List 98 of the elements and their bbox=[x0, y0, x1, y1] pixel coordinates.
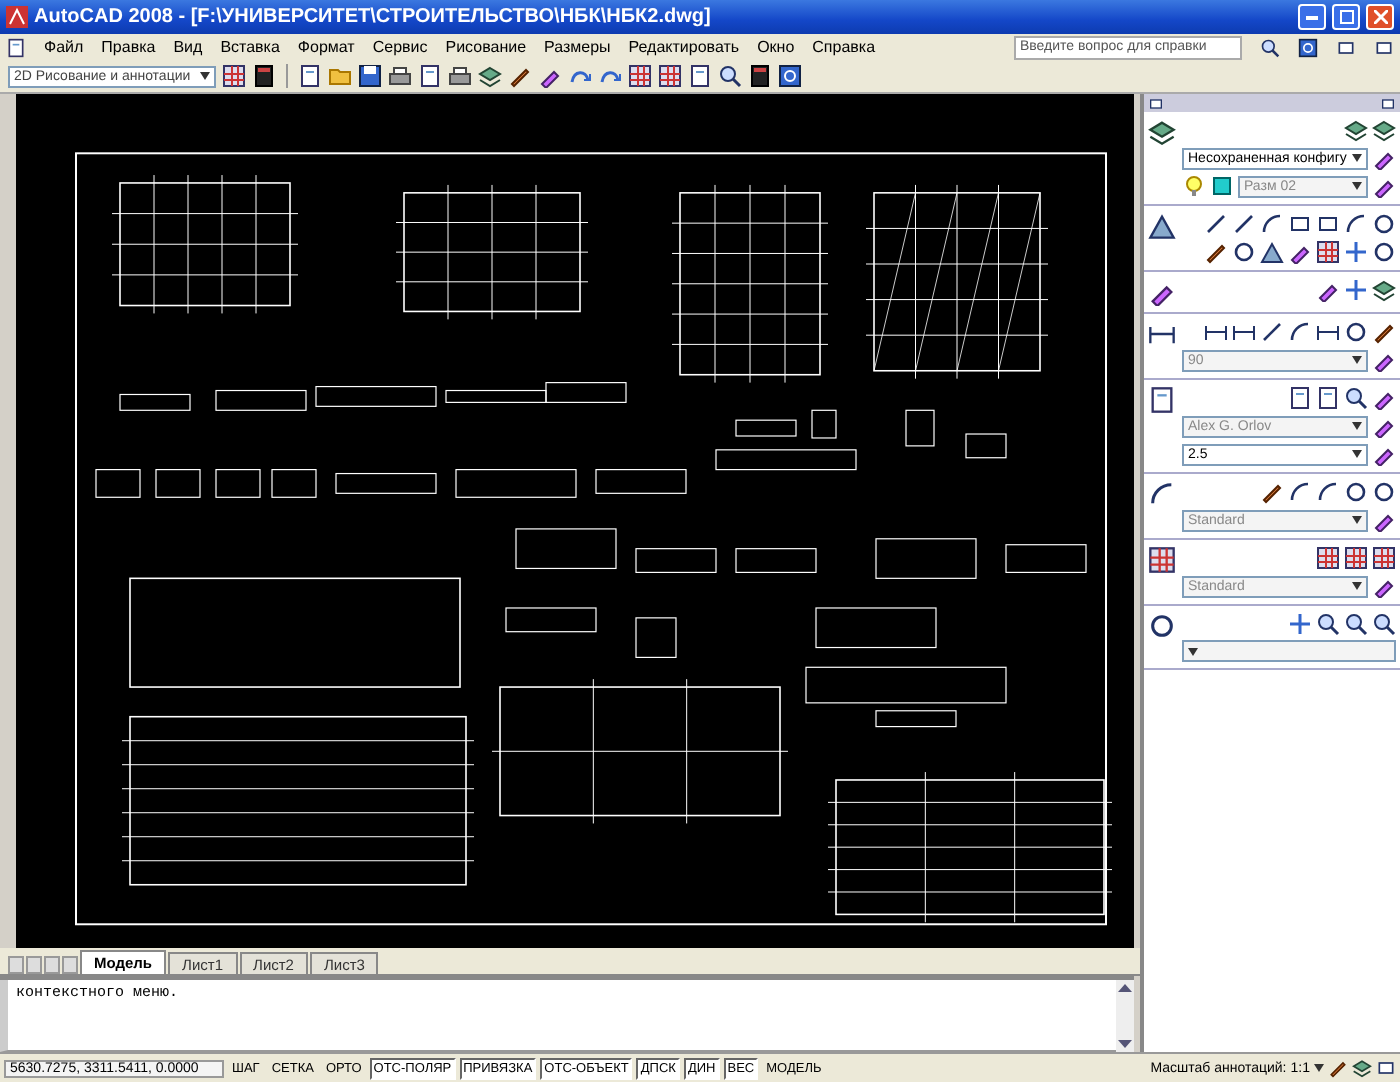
calculator-icon[interactable] bbox=[252, 64, 276, 88]
line-icon[interactable] bbox=[1204, 212, 1228, 236]
arc-icon[interactable] bbox=[1288, 320, 1312, 344]
floppy-icon[interactable] bbox=[358, 64, 382, 88]
pencil-icon[interactable] bbox=[1260, 480, 1284, 504]
grid-icon[interactable] bbox=[1316, 240, 1340, 264]
drawing-canvas[interactable] bbox=[16, 94, 1134, 948]
pencil-icon[interactable] bbox=[1328, 1058, 1348, 1078]
menu-item[interactable]: Формат bbox=[297, 38, 355, 56]
document-icon[interactable] bbox=[6, 37, 26, 57]
circle-icon[interactable] bbox=[1372, 480, 1396, 504]
document-icon[interactable] bbox=[688, 64, 712, 88]
caret-icon bbox=[1352, 450, 1362, 458]
minimize-icon bbox=[1306, 15, 1318, 19]
menu-item[interactable]: Вид bbox=[173, 38, 203, 56]
arc-icon[interactable] bbox=[1260, 212, 1284, 236]
printer-icon[interactable] bbox=[388, 64, 412, 88]
pencil-icon[interactable] bbox=[1372, 320, 1396, 344]
caret-icon bbox=[1352, 182, 1362, 190]
circle-icon[interactable] bbox=[1372, 240, 1396, 264]
dimension-icon[interactable] bbox=[1316, 320, 1340, 344]
minimize-button[interactable] bbox=[1298, 4, 1326, 30]
document-icon[interactable] bbox=[1288, 386, 1312, 410]
square-icon[interactable] bbox=[1210, 174, 1234, 198]
caret-icon bbox=[1352, 516, 1362, 524]
layers-icon[interactable] bbox=[1372, 278, 1396, 302]
rectangle-icon[interactable] bbox=[1376, 1058, 1396, 1078]
grid-icon[interactable] bbox=[1148, 546, 1176, 574]
document-icon[interactable] bbox=[1316, 386, 1340, 410]
document-icon[interactable] bbox=[418, 64, 442, 88]
search-icon[interactable] bbox=[1344, 386, 1368, 410]
dimension-icon[interactable] bbox=[1232, 320, 1256, 344]
rectangle-icon[interactable] bbox=[1288, 212, 1312, 236]
caret-icon bbox=[1352, 356, 1362, 364]
bulb-icon[interactable] bbox=[1182, 174, 1206, 198]
search-icon[interactable] bbox=[718, 64, 742, 88]
arc-icon[interactable] bbox=[1344, 212, 1368, 236]
grid-icon[interactable] bbox=[1372, 546, 1396, 570]
rectangle-icon[interactable] bbox=[1380, 95, 1396, 111]
grid-icon[interactable] bbox=[628, 64, 652, 88]
arc-icon[interactable] bbox=[1316, 480, 1340, 504]
line-icon[interactable] bbox=[1260, 320, 1284, 344]
layers-icon[interactable] bbox=[1352, 1058, 1372, 1078]
close-icon bbox=[1373, 10, 1387, 24]
maximize-icon bbox=[1339, 10, 1353, 24]
circle-icon[interactable] bbox=[1344, 480, 1368, 504]
grid-icon[interactable] bbox=[1316, 546, 1340, 570]
rectangle-icon[interactable] bbox=[1148, 95, 1164, 111]
search-icon[interactable] bbox=[1260, 37, 1280, 57]
circle-icon[interactable] bbox=[1344, 320, 1368, 344]
menu-item[interactable]: Окно bbox=[757, 38, 795, 56]
layers-icon[interactable] bbox=[478, 64, 502, 88]
arc-icon[interactable] bbox=[1288, 480, 1312, 504]
app-icon bbox=[6, 6, 28, 28]
printer-icon[interactable] bbox=[448, 64, 472, 88]
menu-item[interactable]: Справка bbox=[812, 38, 876, 56]
circle-icon[interactable] bbox=[1148, 612, 1176, 640]
help-icon[interactable] bbox=[1298, 37, 1318, 57]
circle-icon[interactable] bbox=[1232, 240, 1256, 264]
triangle-icon[interactable] bbox=[1260, 240, 1284, 264]
rectangle-icon[interactable] bbox=[1316, 212, 1340, 236]
search-icon[interactable] bbox=[1372, 612, 1396, 636]
scroll-up-icon[interactable] bbox=[1116, 980, 1134, 996]
maximize-button[interactable] bbox=[1332, 4, 1360, 30]
window-title: AutoCAD 2008 - [F:\УНИВЕРСИТЕТ\СТРОИТЕЛЬСТВО\НБК\НБК2.dwg] bbox=[34, 6, 713, 28]
search-icon[interactable] bbox=[1316, 612, 1340, 636]
dimension-icon[interactable] bbox=[1204, 320, 1228, 344]
document-icon[interactable] bbox=[298, 64, 322, 88]
grid-icon[interactable] bbox=[222, 64, 246, 88]
pencil-icon[interactable] bbox=[1204, 240, 1228, 264]
layers-icon[interactable] bbox=[1372, 118, 1396, 142]
menu-item[interactable]: Правка bbox=[101, 38, 156, 56]
document-icon[interactable] bbox=[1148, 386, 1176, 414]
layers-icon[interactable] bbox=[1148, 118, 1176, 146]
triangle-icon[interactable] bbox=[1148, 212, 1176, 240]
menu-item[interactable]: Рисование bbox=[445, 38, 527, 56]
caret-icon bbox=[1352, 154, 1362, 162]
menu-item[interactable]: Редактировать bbox=[628, 38, 740, 56]
caret-icon bbox=[1352, 422, 1362, 430]
line-icon[interactable] bbox=[1232, 212, 1256, 236]
search-icon[interactable] bbox=[1344, 612, 1368, 636]
pencil-icon[interactable] bbox=[508, 64, 532, 88]
caret-icon bbox=[200, 72, 210, 80]
layers-icon[interactable] bbox=[1344, 118, 1368, 142]
circle-icon[interactable] bbox=[1372, 212, 1396, 236]
grid-icon[interactable] bbox=[1344, 546, 1368, 570]
close-button[interactable] bbox=[1366, 4, 1394, 30]
caret-icon bbox=[1352, 582, 1362, 590]
menu-item[interactable]: Вставка bbox=[220, 38, 280, 56]
calculator-icon[interactable] bbox=[748, 64, 772, 88]
help-icon[interactable] bbox=[778, 64, 802, 88]
arc-icon[interactable] bbox=[1148, 480, 1176, 508]
grid-icon[interactable] bbox=[658, 64, 682, 88]
menu-item[interactable]: Файл bbox=[44, 38, 84, 56]
caret-icon bbox=[1314, 1064, 1324, 1072]
menu-item[interactable]: Сервис bbox=[372, 38, 428, 56]
menu-item[interactable]: Размеры bbox=[544, 38, 611, 56]
caret-icon bbox=[1188, 647, 1198, 655]
